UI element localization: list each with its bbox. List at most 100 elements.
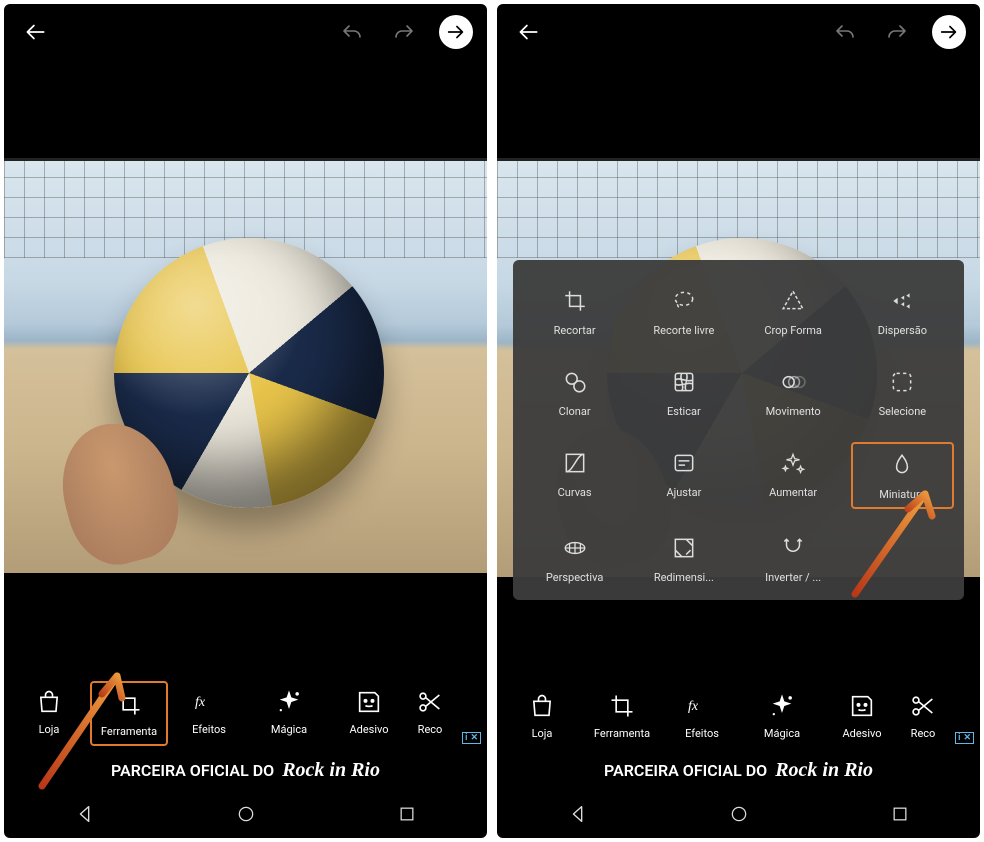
panel-movimento[interactable]: Movimento bbox=[742, 361, 845, 424]
panel-esticar[interactable]: Esticar bbox=[632, 361, 735, 424]
phone-screen-left: Loja Ferramenta fx Efeitos Mágica Adesiv… bbox=[4, 4, 487, 838]
ad-text: PARCEIRA OFICIAL DO bbox=[604, 761, 767, 780]
editor-canvas[interactable]: Recortar Recorte livre Crop Forma Disper… bbox=[497, 60, 980, 675]
ad-info-icon: i bbox=[465, 733, 467, 743]
clone-icon bbox=[560, 367, 590, 397]
panel-ajustar[interactable]: Ajustar bbox=[632, 442, 735, 509]
tool-label: Loja bbox=[39, 723, 60, 736]
panel-label: Ajustar bbox=[666, 486, 701, 499]
tool-label: Adesivo bbox=[842, 727, 881, 740]
sparkle-icon bbox=[767, 691, 797, 721]
nav-recent-icon[interactable] bbox=[397, 804, 417, 824]
tool-efeitos[interactable]: fx Efeitos bbox=[170, 681, 248, 746]
panel-inverter[interactable]: Inverter / ... bbox=[742, 527, 845, 590]
nav-back-icon[interactable] bbox=[567, 803, 589, 825]
lasso-icon bbox=[669, 286, 699, 316]
tool-magica[interactable]: Mágica bbox=[743, 685, 821, 746]
fx-icon: fx bbox=[194, 687, 224, 717]
panel-redimensionar[interactable]: Redimensi... bbox=[632, 527, 735, 590]
panel-label: Perspectiva bbox=[546, 571, 603, 584]
ad-tag[interactable]: i ✕ bbox=[462, 732, 481, 744]
ad-tag[interactable]: i ✕ bbox=[955, 732, 974, 744]
phone-screen-right: Recortar Recorte livre Crop Forma Disper… bbox=[497, 4, 980, 838]
panel-dispersao[interactable]: Dispersão bbox=[851, 280, 954, 343]
tool-loja[interactable]: Loja bbox=[503, 685, 581, 746]
tool-loja[interactable]: Loja bbox=[10, 681, 88, 746]
panel-label: Inverter / ... bbox=[765, 571, 821, 584]
scissors-icon bbox=[415, 687, 445, 717]
next-button[interactable] bbox=[439, 15, 473, 49]
bag-icon bbox=[34, 687, 64, 717]
tool-magica[interactable]: Mágica bbox=[250, 681, 328, 746]
tool-label: Mágica bbox=[764, 727, 800, 740]
panel-label: Movimento bbox=[766, 405, 821, 418]
nav-home-icon[interactable] bbox=[236, 804, 256, 824]
tool-ferramenta[interactable]: Ferramenta bbox=[90, 681, 168, 746]
select-icon bbox=[887, 367, 917, 397]
android-navbar bbox=[4, 790, 487, 838]
svg-text:fx: fx bbox=[688, 699, 699, 714]
tool-recortar[interactable]: Reco bbox=[903, 685, 943, 746]
tool-adesivo[interactable]: Adesivo bbox=[330, 681, 408, 746]
crop-icon bbox=[114, 689, 144, 719]
tool-adesivo[interactable]: Adesivo bbox=[823, 685, 901, 746]
nav-recent-icon[interactable] bbox=[890, 804, 910, 824]
panel-aumentar[interactable]: Aumentar bbox=[742, 442, 845, 509]
tool-label: Ferramenta bbox=[101, 725, 157, 738]
tool-label: Mágica bbox=[271, 723, 307, 736]
panel-label: Redimensi... bbox=[654, 571, 714, 584]
perspective-icon bbox=[560, 533, 590, 563]
tool-label: Reco bbox=[418, 723, 443, 736]
panel-label: Dispersão bbox=[878, 324, 927, 337]
tool-ferramenta[interactable]: Ferramenta bbox=[583, 685, 661, 746]
panel-label: Selecione bbox=[879, 405, 927, 418]
panel-label: Curvas bbox=[558, 486, 592, 499]
panel-label: Recorte livre bbox=[653, 324, 714, 337]
panel-selecione[interactable]: Selecione bbox=[851, 361, 954, 424]
top-toolbar bbox=[4, 4, 487, 60]
crop-icon bbox=[560, 286, 590, 316]
tool-label: Ferramenta bbox=[594, 727, 650, 740]
ad-brand-logo: Rock in Rio bbox=[282, 759, 380, 782]
tool-label: Adesivo bbox=[349, 723, 388, 736]
tool-label: Efeitos bbox=[685, 727, 719, 740]
bottom-toolbar: Loja Ferramenta fx Efeitos Mágica Adesiv… bbox=[497, 675, 980, 750]
panel-perspectiva[interactable]: Perspectiva bbox=[523, 527, 626, 590]
undo-button[interactable] bbox=[335, 15, 369, 49]
panel-miniatura[interactable]: Miniatura bbox=[851, 442, 954, 509]
editor-canvas[interactable] bbox=[4, 60, 487, 671]
tool-recortar[interactable]: Reco bbox=[410, 681, 450, 746]
flip-icon bbox=[778, 533, 808, 563]
redo-button[interactable] bbox=[387, 15, 421, 49]
tool-efeitos[interactable]: fx Efeitos bbox=[663, 685, 741, 746]
panel-curvas[interactable]: Curvas bbox=[523, 442, 626, 509]
ad-brand-logo: Rock in Rio bbox=[775, 759, 873, 782]
enhance-icon bbox=[778, 448, 808, 478]
ad-banner[interactable]: i ✕ PARCEIRA OFICIAL DO Rock in Rio bbox=[497, 750, 980, 790]
panel-label: Recortar bbox=[554, 324, 596, 337]
next-button[interactable] bbox=[932, 15, 966, 49]
tool-label: Efeitos bbox=[192, 723, 226, 736]
adjust-icon bbox=[669, 448, 699, 478]
redo-button[interactable] bbox=[880, 15, 914, 49]
tool-label: Reco bbox=[911, 727, 936, 740]
panel-clonar[interactable]: Clonar bbox=[523, 361, 626, 424]
fx-icon: fx bbox=[687, 691, 717, 721]
undo-button[interactable] bbox=[828, 15, 862, 49]
photo-preview bbox=[4, 158, 487, 573]
tool-label: Loja bbox=[532, 727, 553, 740]
ad-banner[interactable]: i ✕ PARCEIRA OFICIAL DO Rock in Rio bbox=[4, 750, 487, 790]
back-button[interactable] bbox=[511, 15, 545, 49]
ad-info-icon: i bbox=[958, 733, 960, 743]
nav-back-icon[interactable] bbox=[74, 803, 96, 825]
back-button[interactable] bbox=[18, 15, 52, 49]
nav-home-icon[interactable] bbox=[729, 804, 749, 824]
ad-close-icon: ✕ bbox=[470, 733, 478, 743]
crop-icon bbox=[607, 691, 637, 721]
panel-recortar[interactable]: Recortar bbox=[523, 280, 626, 343]
panel-crop-forma[interactable]: Crop Forma bbox=[742, 280, 845, 343]
panel-recorte-livre[interactable]: Recorte livre bbox=[632, 280, 735, 343]
resize-icon bbox=[669, 533, 699, 563]
top-toolbar bbox=[497, 4, 980, 60]
stretch-icon bbox=[669, 367, 699, 397]
